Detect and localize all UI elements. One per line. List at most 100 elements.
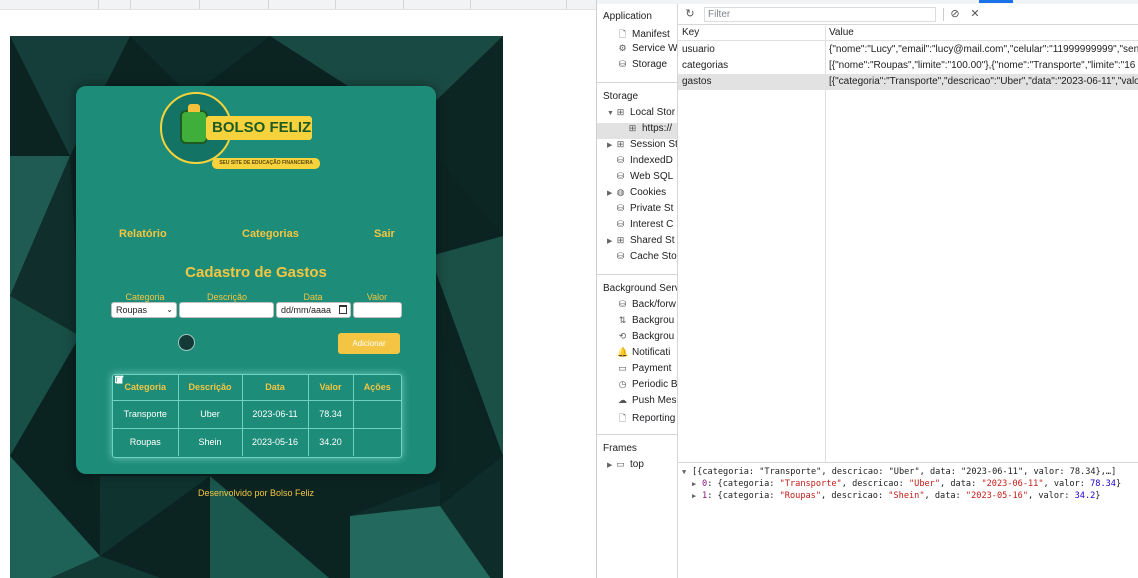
nav-categorias[interactable]: Categorias [242,228,299,240]
triangle-right-icon[interactable]: ▶ [692,492,702,500]
delete-selected-icon[interactable]: ✕ [968,7,982,21]
preview-item-0[interactable]: ▶ 0: {categoria: "Transporte", descricao:… [692,479,1121,489]
sidebar-item-service-workers[interactable]: ⚙ Service W [617,43,677,59]
label-categoria: Categoria [125,292,165,302]
sidebar-item-periodic-sync[interactable]: ◷ Periodic B [617,379,677,395]
column-key[interactable]: Key [682,27,699,38]
triangle-right-icon[interactable]: ▶ [607,237,615,245]
valor-input[interactable] [353,302,402,318]
sidebar-item-shared-storage[interactable]: ▶ ⊞ Shared St [607,235,674,251]
kv-key: categorias [682,60,729,71]
table-row: Transporte Uber 2023-06-11 78.34 [113,375,401,429]
footer-text: Desenvolvido por Bolso Feliz [197,488,315,498]
sidebar-item-interest-groups[interactable]: ⛁ Interest C [615,219,674,235]
devtools-sidebar: Application 🗋 Manifest ⚙ Service W ⛁ Storag… [597,4,678,578]
kv-key: gastos [682,76,712,87]
preview-root[interactable]: ▼ [{categoria: "Transporte", descricao: "… [682,467,1116,477]
triangle-down-icon[interactable]: ▼ [607,110,615,117]
sidebar-item-payment-handler[interactable]: ▭ Payment [617,363,671,379]
cell-acoes [115,375,401,429]
toolbar-divider [943,8,944,21]
triangle-right-icon[interactable]: ▶ [607,141,615,149]
sidebar-item-back-forward-cache[interactable]: ⛁ Back/forw [617,299,676,315]
sidebar-item-local-storage-origin[interactable]: ⊞ https:// [597,123,677,139]
preview-item-1[interactable]: ▶ 1: {categoria: "Roupas", descricao: "Sh… [692,491,1100,501]
theme-toggle[interactable] [178,334,195,351]
sidebar-item-storage[interactable]: ⛁ Storage [617,59,667,75]
kv-value: [{"categoria":"Transporte","descricao":"… [829,76,1138,87]
sidebar-item-indexeddb[interactable]: ⛁ IndexedD [615,155,673,171]
th-acoes: Ações [353,375,401,401]
column-value[interactable]: Value [829,27,854,38]
section-frames: Frames [603,443,637,454]
bell-icon: 🔔 [617,347,629,357]
cell-categoria: Roupas [113,428,179,456]
chevron-down-icon: ⌄ [166,305,173,314]
calendar-icon[interactable] [339,305,347,314]
database-icon: ⛁ [616,251,625,261]
sidebar-item-background-fetch[interactable]: ⇅ Backgrou [617,315,675,331]
arrows-updown-icon: ⇅ [618,315,627,325]
grid-icon: ⊞ [616,139,625,149]
clear-all-icon[interactable]: ⊘ [948,7,962,21]
main-nav: Relatório Categorias Sair [76,228,436,248]
piggy-bank-icon [180,104,208,144]
categoria-select[interactable]: Roupas ⌄ [111,302,177,318]
sidebar-item-cookies[interactable]: ▶ ◍ Cookies [607,187,666,203]
add-button[interactable]: Adicionar [338,333,400,354]
database-icon: ⛁ [618,59,627,69]
database-icon: ⛁ [616,171,625,181]
triangle-right-icon[interactable]: ▶ [607,461,615,469]
sidebar-item-local-storage[interactable]: ▼ ⊞ Local Stor [607,107,675,123]
sidebar-item-frame-top[interactable]: ▶ ▭ top [607,459,644,475]
descricao-input[interactable] [179,302,274,318]
filter-input[interactable]: Filter [704,7,936,22]
data-input[interactable]: dd/mm/aaaa [276,302,351,318]
card-icon: ▭ [618,363,627,373]
cell-valor: 34.20 [308,428,354,456]
sidebar-item-background-sync[interactable]: ⟲ Backgrou [617,331,675,347]
kv-row[interactable]: usuario {"nome":"Lucy","email":"lucy@mai… [678,42,1138,58]
sidebar-item-reporting-api[interactable]: 🗋 Reporting [617,411,675,427]
sidebar-item-web-sql[interactable]: ⛁ Web SQL [615,171,673,187]
refresh-icon[interactable]: ↻ [683,7,697,21]
nav-relatorio[interactable]: Relatório [119,228,167,240]
sidebar-item-cache-storage[interactable]: ⛁ Cache Sto [615,251,677,267]
sync-icon: ⟲ [618,331,627,341]
logo[interactable]: BOLSO FELIZ SEU SITE DE EDUCAÇÃO FINANCE… [160,90,320,176]
triangle-down-icon[interactable]: ▼ [682,468,692,476]
kv-value: {"nome":"Lucy","email":"lucy@mail.com","… [829,44,1138,55]
label-valor: Valor [366,292,388,302]
sidebar-item-session-storage[interactable]: ▶ ⊞ Session St [607,139,677,155]
kv-table-header: Key Value [678,26,1138,41]
triangle-right-icon[interactable]: ▶ [607,189,615,197]
page-viewport: BOLSO FELIZ SEU SITE DE EDUCAÇÃO FINANCE… [0,10,596,578]
sidebar-item-notifications[interactable]: 🔔 Notificati [617,347,670,363]
kv-value: [{"nome":"Roupas","limite":"100.00"},{"n… [829,60,1136,71]
trash-icon[interactable] [115,375,124,384]
cell-descricao: Uber [178,400,243,429]
sidebar-item-push-messaging[interactable]: ☁ Push Mes [617,395,676,411]
database-icon: ⛁ [618,299,627,309]
kv-row-selected[interactable]: gastos [{"categoria":"Transporte","descr… [678,74,1138,90]
th-valor: Valor [308,375,354,401]
cell-categoria: Transporte [113,400,179,429]
storage-toolbar: ↻ Filter ⊘ ✕ [678,4,1138,25]
sidebar-item-private-state-tokens[interactable]: ⛁ Private St [615,203,674,219]
sidebar-item-manifest[interactable]: 🗋 Manifest [617,27,670,43]
nav-sair[interactable]: Sair [374,228,395,240]
cell-data: 2023-06-11 [242,400,309,429]
document-icon: 🗋 [618,29,627,39]
triangle-right-icon[interactable]: ▶ [692,480,702,488]
browser-top-strip [0,0,596,10]
section-application: Application [603,11,652,22]
cell-valor: 78.34 [308,400,354,429]
active-tab-indicator [979,0,1013,3]
kv-row[interactable]: categorias [{"nome":"Roupas","limite":"1… [678,58,1138,74]
cookie-icon: ◍ [616,187,625,197]
devtools-panel: Application 🗋 Manifest ⚙ Service W ⛁ Storag… [596,0,1138,578]
cell-acoes [115,375,401,456]
main-card: BOLSO FELIZ SEU SITE DE EDUCAÇÃO FINANCE… [76,86,436,498]
grid-icon: ⊞ [616,107,625,117]
table-row: Roupas Shein 2023-05-16 34.20 [113,375,401,456]
